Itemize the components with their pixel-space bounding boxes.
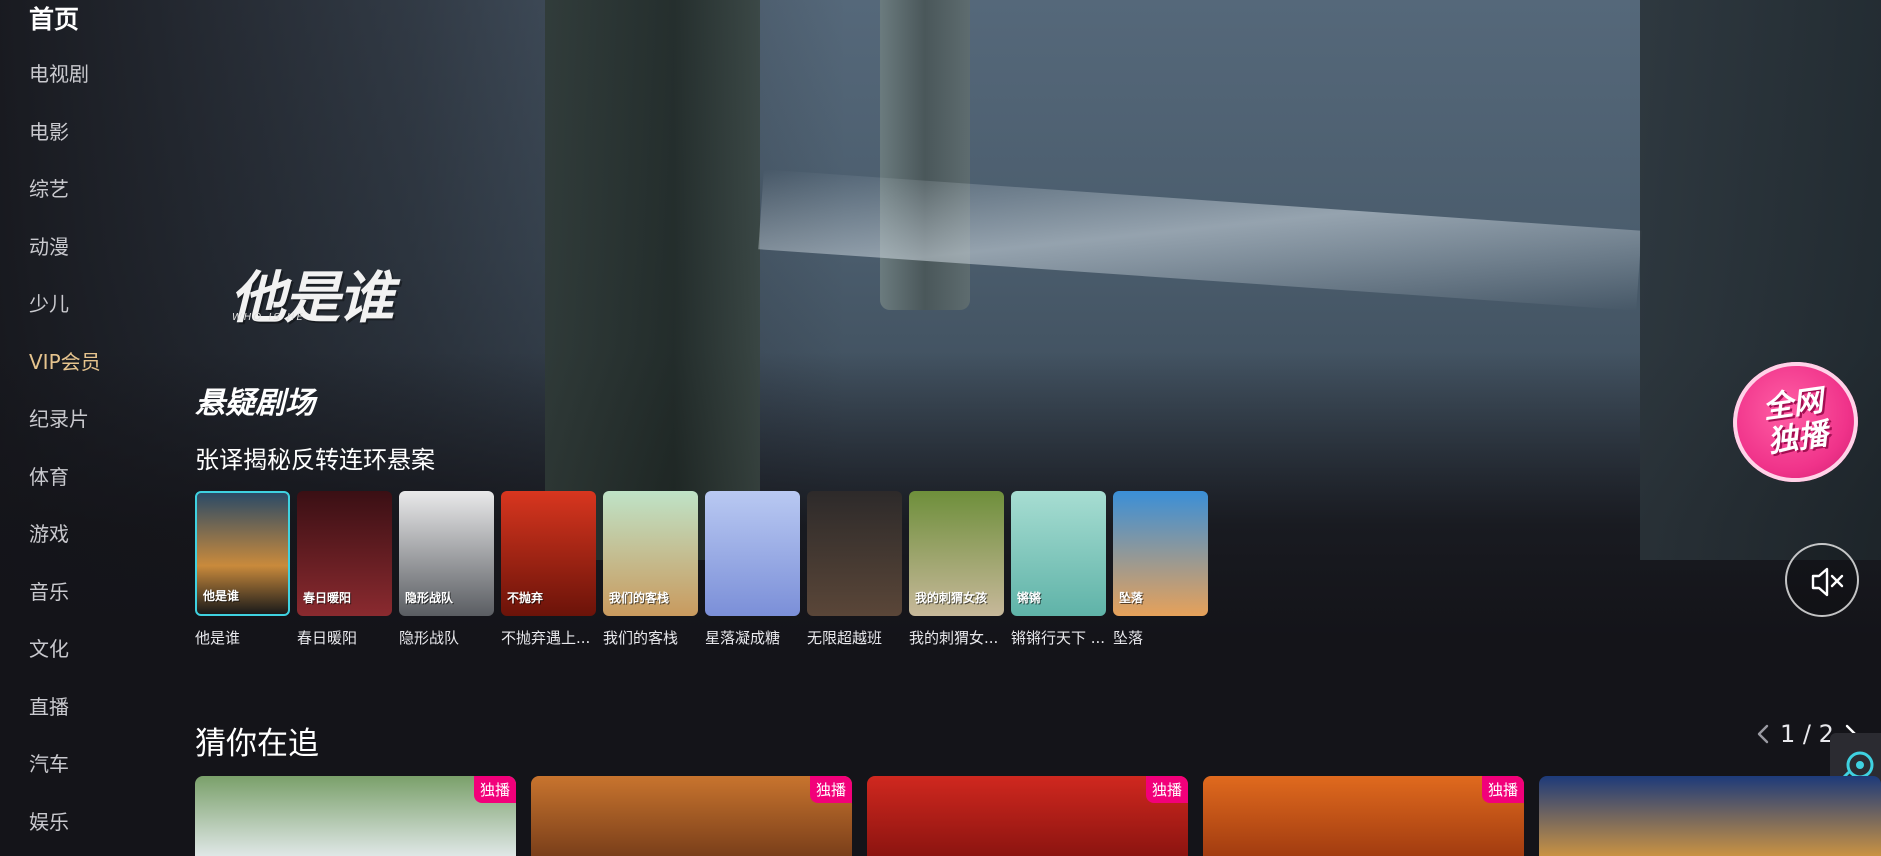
carousel-caption: 不抛弃遇上...: [501, 629, 591, 647]
section-title: 猜你在追: [195, 726, 319, 762]
carousel-poster-text: 春日暖阳: [303, 591, 352, 605]
hero-tagline: 张译揭秘反转连环悬案: [195, 446, 435, 474]
exclusive-badge-line2: 独播: [1765, 416, 1830, 460]
carousel-item[interactable]: 星落凝成糖: [705, 491, 800, 648]
carousel-item[interactable]: 隐形战队 隐形战队: [399, 491, 494, 648]
exclusive-tag: 独播: [809, 776, 852, 803]
sidebar-nav: 首页 电视剧 电影 综艺 动漫 少儿 VIP会员 纪录片 体育 游戏 音乐 文化…: [0, 0, 180, 851]
nav-item-vip[interactable]: VIP会员: [29, 346, 101, 375]
nav-item-sports[interactable]: 体育: [29, 461, 69, 490]
hero-scene-wall-right: [1640, 0, 1881, 560]
carousel-caption: 我的刺猬女...: [909, 629, 999, 647]
carousel-poster-text: 锵锵: [1017, 591, 1042, 605]
carousel-item[interactable]: 春日暖阳 春日暖阳: [297, 491, 392, 648]
recommend-card[interactable]: [1539, 776, 1881, 856]
carousel-item[interactable]: 他是谁 他是谁: [195, 491, 290, 648]
recommend-card[interactable]: 独播: [867, 776, 1188, 856]
hero-scene-post: [880, 0, 970, 310]
nav-item-anime[interactable]: 动漫: [29, 231, 69, 260]
mute-button[interactable]: [1785, 543, 1859, 617]
carousel-caption: 无限超越班: [807, 629, 883, 647]
carousel-item[interactable]: 不抛弃 不抛弃遇上...: [501, 491, 596, 648]
carousel-poster-text: 他是谁: [203, 589, 240, 603]
carousel-poster: 坠落: [1113, 491, 1208, 616]
nav-item-entertainment[interactable]: 娱乐: [29, 806, 69, 835]
carousel-poster: 隐形战队: [399, 491, 494, 616]
carousel-caption: 他是谁: [195, 629, 241, 647]
carousel-poster-text: 我的刺猬女孩: [915, 591, 988, 605]
carousel-item[interactable]: 锵锵 锵锵行天下 ...: [1011, 491, 1106, 648]
exclusive-tag: 独播: [473, 776, 516, 803]
exclusive-tag: 独播: [1481, 776, 1524, 803]
carousel-poster-text: 隐形战队: [405, 591, 454, 605]
carousel-item[interactable]: 我的刺猬女孩 我的刺猬女...: [909, 491, 1004, 648]
nav-item-kids[interactable]: 少儿: [29, 288, 69, 317]
carousel-poster-text: 坠落: [1119, 591, 1144, 605]
nav-item-movie[interactable]: 电影: [29, 116, 69, 145]
carousel-item[interactable]: 坠落 坠落: [1113, 491, 1208, 648]
mute-speaker-icon: [1811, 567, 1844, 597]
carousel-item[interactable]: 无限超越班: [807, 491, 902, 648]
carousel-poster-text: 不抛弃: [507, 591, 544, 605]
nav-item-documentary[interactable]: 纪录片: [29, 403, 89, 432]
carousel-poster: 我们的客栈: [603, 491, 698, 616]
theater-logo: 悬疑剧场: [195, 386, 315, 421]
nav-item-variety[interactable]: 综艺: [29, 173, 69, 202]
carousel-poster: 春日暖阳: [297, 491, 392, 616]
pager-text: 1 / 2: [1780, 720, 1834, 748]
carousel-poster: [705, 491, 800, 616]
recommend-card[interactable]: 独播: [1203, 776, 1524, 856]
nav-item-music[interactable]: 音乐: [29, 576, 69, 605]
carousel-caption: 锵锵行天下 ...: [1011, 629, 1106, 647]
carousel-poster: [807, 491, 902, 616]
carousel-poster: 锵锵: [1011, 491, 1106, 616]
carousel-caption: 坠落: [1113, 629, 1144, 647]
carousel-caption: 春日暖阳: [297, 629, 358, 647]
carousel-poster: 我的刺猬女孩: [909, 491, 1004, 616]
hero-scene-wall-left: [545, 0, 760, 560]
nav-item-games[interactable]: 游戏: [29, 518, 69, 547]
chevron-left-icon[interactable]: [1756, 723, 1770, 745]
carousel-poster: 他是谁: [195, 491, 290, 616]
show-title-logo-subtitle: WHO IS HE: [232, 312, 305, 323]
recommend-card[interactable]: 独播: [531, 776, 852, 856]
carousel-poster: 不抛弃: [501, 491, 596, 616]
carousel-poster-text: 我们的客栈: [609, 591, 670, 605]
exclusive-tag: 独播: [1145, 776, 1188, 803]
nav-item-auto[interactable]: 汽车: [29, 748, 69, 777]
carousel-caption: 我们的客栈: [603, 629, 679, 647]
carousel-caption: 隐形战队: [399, 629, 460, 647]
carousel-item[interactable]: 我们的客栈 我们的客栈: [603, 491, 698, 648]
nav-item-home[interactable]: 首页: [29, 0, 79, 36]
nav-item-live[interactable]: 直播: [29, 691, 69, 720]
carousel-caption: 星落凝成糖: [705, 629, 781, 647]
nav-item-tv[interactable]: 电视剧: [29, 58, 89, 87]
nav-item-culture[interactable]: 文化: [29, 633, 69, 662]
recommend-card[interactable]: 独播: [195, 776, 516, 856]
